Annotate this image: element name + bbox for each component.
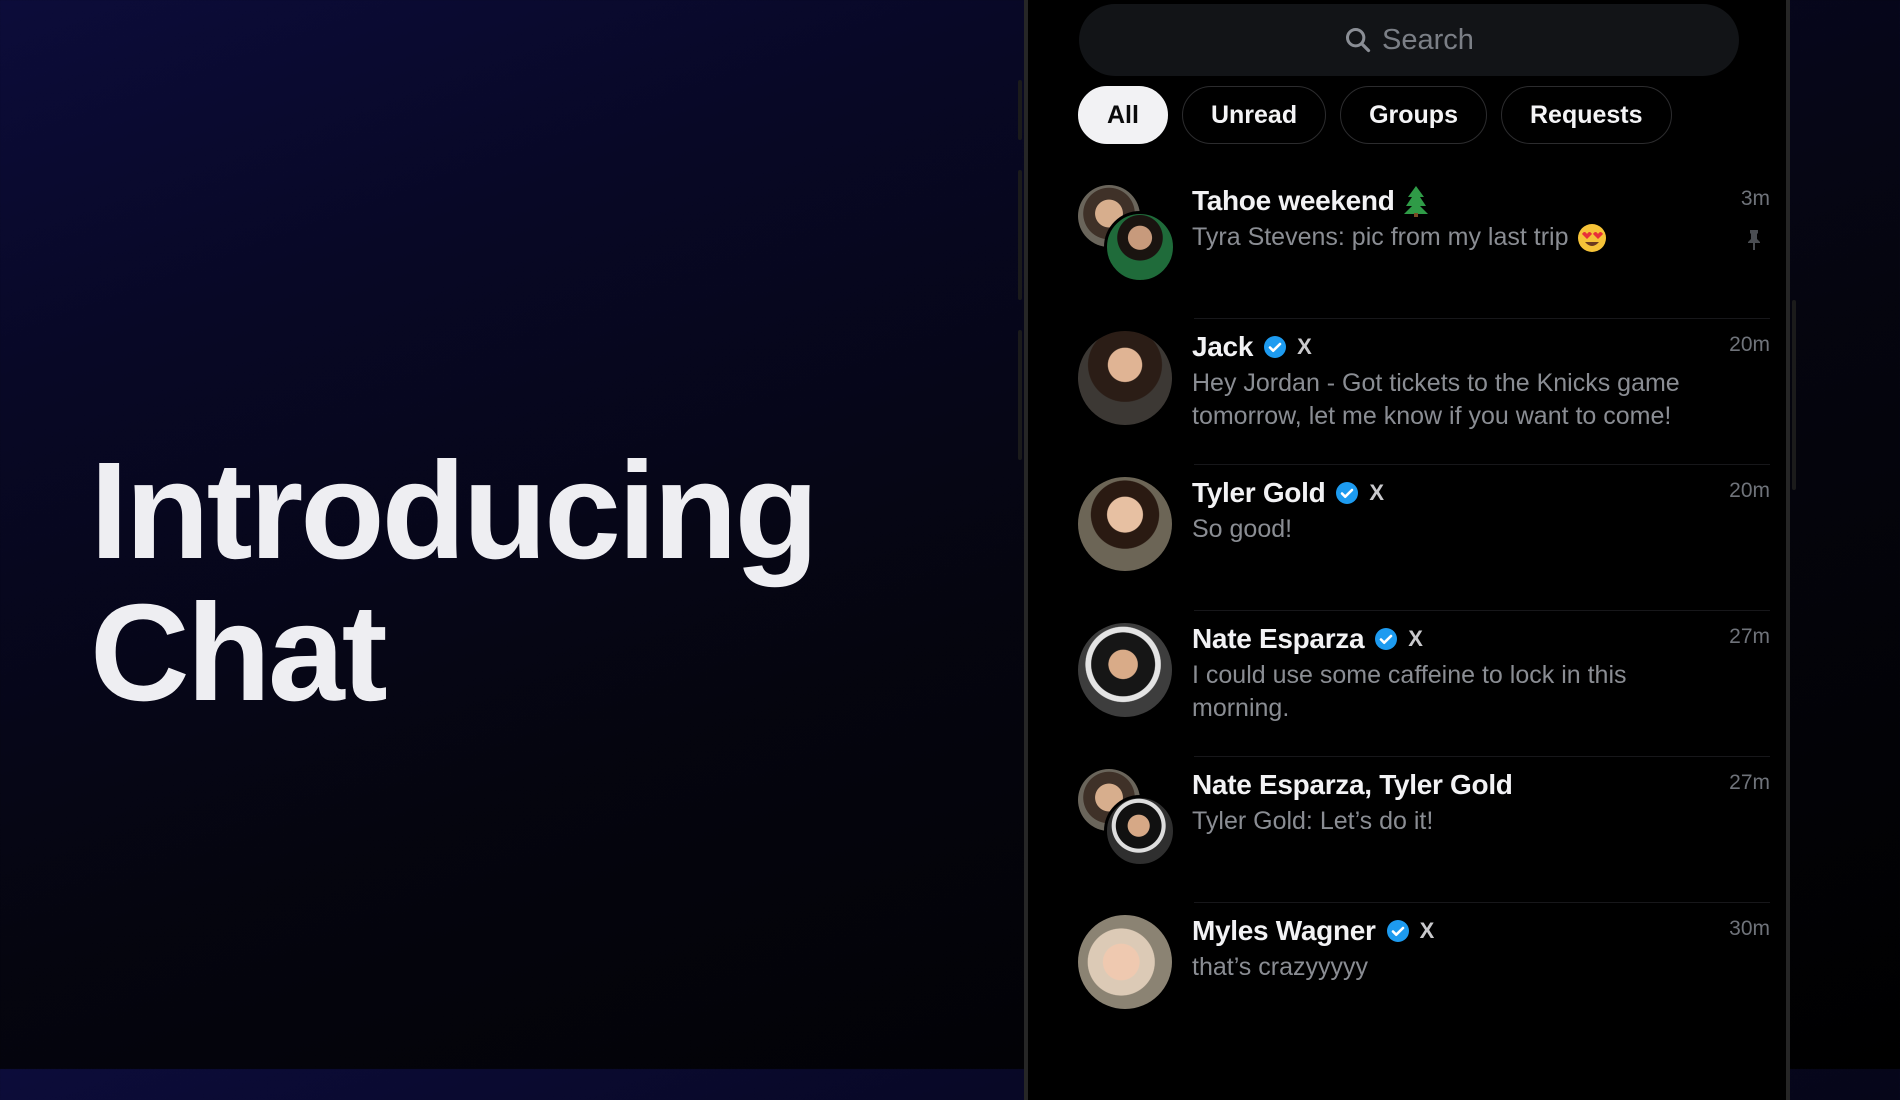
search-placeholder: Search (1382, 23, 1474, 56)
hero-title-line-2: Chat (90, 576, 388, 730)
phone-side-button (1018, 330, 1022, 460)
avatar (1078, 623, 1172, 717)
x-logo-icon: X (1408, 626, 1423, 651)
chat-preview: Hey Jordan - Got tickets to the Knicks g… (1192, 369, 1680, 430)
verified-badge-icon (1375, 628, 1398, 650)
avatar (1078, 915, 1172, 1009)
tab-unread[interactable]: Unread (1181, 86, 1327, 144)
chat-time: 3m (1740, 187, 1770, 210)
chat-preview: Tyler Gold: Let’s do it! (1192, 807, 1434, 835)
tab-all[interactable]: All (1078, 86, 1168, 144)
filter-tabs: All Unread Groups Requests (1078, 86, 1686, 144)
chat-time: 30m (1729, 917, 1770, 940)
search-bar[interactable]: Search (1079, 4, 1739, 76)
verified-badge-icon (1336, 482, 1359, 504)
chat-row-jack[interactable]: Jack X Hey Jordan - Got tickets to the K… (1078, 319, 1770, 465)
chat-preview: that’s crazyyyyy (1192, 953, 1368, 981)
chat-time: 27m (1729, 771, 1770, 794)
chat-name: Nate Esparza (1192, 623, 1365, 654)
avatar (1078, 331, 1172, 425)
chat-name: Myles Wagner (1192, 915, 1376, 946)
chat-time: 27m (1729, 625, 1770, 648)
hero-title-line-1: Introducing (90, 434, 819, 588)
chat-row-nate-esparza[interactable]: Nate Esparza X I could use some caffeine… (1078, 611, 1770, 757)
chat-list: Tahoe weekend Tyra Stevens: pic from my … (1078, 173, 1770, 1049)
chat-name: Jack (1192, 331, 1254, 362)
x-logo-icon: X (1419, 918, 1435, 943)
chat-row-tyler-gold[interactable]: Tyler Gold X So good! 20m (1078, 465, 1770, 611)
verified-badge-icon (1264, 336, 1287, 358)
phone-side-button (1792, 300, 1796, 490)
x-logo-icon: X (1297, 334, 1312, 359)
chat-row-nate-tyler-group[interactable]: Nate Esparza, Tyler Gold Tyler Gold: Let… (1078, 757, 1770, 903)
chat-name: Tyler Gold (1192, 477, 1326, 508)
pin-icon (1748, 230, 1760, 250)
search-icon (1346, 27, 1371, 53)
chat-row-tahoe-weekend[interactable]: Tahoe weekend Tyra Stevens: pic from my … (1078, 173, 1770, 319)
x-logo-icon: X (1369, 480, 1385, 505)
heart-eyes-emoji-icon (1577, 223, 1606, 252)
chat-time: 20m (1729, 333, 1770, 356)
chat-row-myles-wagner[interactable]: Myles Wagner X that’s crazyyyyy 30m (1078, 903, 1770, 1049)
chat-preview: So good! (1192, 515, 1293, 543)
verified-badge-icon (1386, 920, 1409, 942)
chat-preview: I could use some caffeine to lock in thi… (1192, 661, 1627, 722)
phone-side-button (1018, 80, 1022, 140)
phone-frame: Search All Unread Groups Requests Tahoe … (1018, 0, 1796, 1100)
chat-name: Tahoe weekend (1192, 185, 1395, 216)
group-avatar (1078, 185, 1176, 283)
chat-name: Nate Esparza, Tyler Gold (1192, 769, 1513, 800)
avatar (1078, 477, 1172, 571)
chat-preview: Tyra Stevens: pic from my last trip (1192, 223, 1569, 251)
tab-groups[interactable]: Groups (1340, 86, 1487, 144)
phone-side-button (1018, 170, 1022, 300)
tab-requests[interactable]: Requests (1501, 86, 1672, 144)
group-avatar (1078, 769, 1176, 867)
hero-title: Introducing Chat (90, 434, 819, 730)
avatar (1104, 211, 1176, 283)
chat-time: 20m (1729, 479, 1770, 502)
tree-emoji-icon (1403, 186, 1428, 217)
avatar (1104, 795, 1176, 867)
